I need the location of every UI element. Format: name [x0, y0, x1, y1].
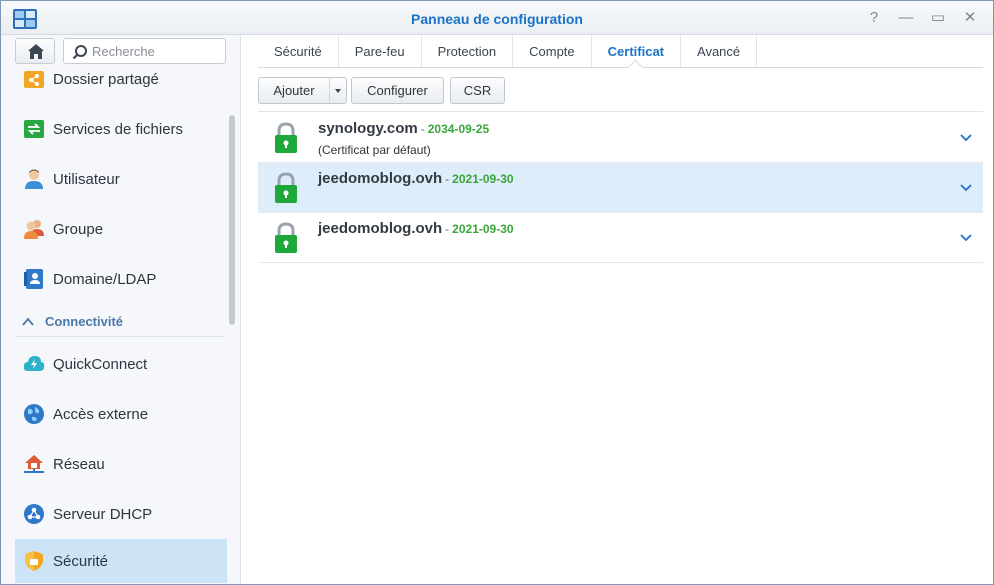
lock-icon [275, 172, 297, 203]
globe-icon [24, 404, 44, 424]
certificate-expiry-date: 2021-09-30 [452, 172, 514, 186]
tab-advanced[interactable]: Avancé [681, 35, 758, 67]
sidebar: Dossier partagé Services de fichiers Uti… [1, 35, 241, 584]
minimize-button[interactable]: — [895, 8, 917, 28]
chevron-up-icon [22, 317, 34, 326]
sidebar-item-network[interactable]: Réseau [15, 442, 227, 486]
sidebar-item-group[interactable]: Groupe [15, 207, 227, 251]
certificate-expiry-date: 2021-09-30 [452, 222, 514, 236]
sidebar-item-label: Groupe [53, 220, 104, 238]
certificate-expiry-date: 2034-09-25 [427, 122, 490, 136]
sidebar-item-dhcp-server[interactable]: Serveur DHCP [15, 492, 227, 536]
dhcp-icon [24, 504, 44, 524]
certificate-title: jeedomoblog.ovh -2021-09-30 [318, 170, 514, 187]
certificate-row[interactable]: jeedomoblog.ovh -2021-09-30 [258, 163, 983, 213]
toolbar-divider [258, 111, 983, 112]
sidebar-item-label: Domaine/LDAP [53, 270, 157, 288]
chevron-down-icon[interactable] [959, 181, 973, 195]
certificate-separator: - [445, 222, 450, 236]
tab-account[interactable]: Compte [513, 35, 592, 67]
csr-button[interactable]: CSR [450, 77, 505, 104]
certificate-name: synology.com [318, 120, 418, 137]
tab-firewall[interactable]: Pare-feu [339, 35, 422, 67]
help-button[interactable]: ? [863, 8, 885, 28]
window-title: Panneau de configuration [411, 11, 583, 27]
sidebar-item-label: Services de fichiers [53, 120, 184, 138]
certificate-title: synology.com -2034-09-25 [318, 120, 489, 137]
certificate-note: (Certificat par défaut) [318, 143, 431, 157]
certificate-separator: - [445, 172, 450, 186]
shield-icon [25, 551, 43, 571]
tab-protection[interactable]: Protection [422, 35, 514, 67]
control-panel-window: Panneau de configuration ? — ▭ ✕ Dossier… [0, 0, 994, 585]
user-icon [25, 169, 43, 189]
sidebar-item-label: Sécurité [53, 552, 109, 570]
certificate-name: jeedomoblog.ovh [318, 220, 443, 237]
sidebar-item-label: Serveur DHCP [53, 505, 153, 523]
file-services-icon [24, 120, 44, 138]
sidebar-item-file-services[interactable]: Services de fichiers [15, 107, 227, 151]
sidebar-item-user[interactable]: Utilisateur [15, 157, 227, 201]
lock-icon [275, 222, 297, 253]
section-label: Connectivité [45, 314, 124, 329]
sidebar-item-external-access[interactable]: Accès externe [15, 392, 227, 436]
sidebar-item-security[interactable]: Sécurité [15, 539, 227, 583]
sidebar-item-domain-ldap[interactable]: Domaine/LDAP [15, 257, 227, 301]
section-connectivity[interactable]: Connectivité [15, 307, 225, 337]
group-icon [24, 220, 44, 239]
close-button[interactable]: ✕ [959, 8, 981, 28]
tab-bar: Sécurité Pare-feu Protection Compte Cert… [258, 35, 983, 68]
sidebar-scrollbar[interactable] [229, 115, 235, 325]
certificate-separator: - [420, 122, 425, 136]
tab-security[interactable]: Sécurité [258, 35, 339, 67]
maximize-button[interactable]: ▭ [927, 8, 949, 28]
sidebar-item-label: Dossier partagé [53, 70, 159, 88]
configure-button[interactable]: Configurer [351, 77, 444, 104]
domain-ldap-icon [24, 269, 43, 289]
sidebar-item-label: Utilisateur [53, 170, 120, 188]
main-panel: Sécurité Pare-feu Protection Compte Cert… [242, 35, 993, 584]
sidebar-item-quickconnect[interactable]: QuickConnect [15, 342, 227, 386]
certificate-title: jeedomoblog.ovh -2021-09-30 [318, 220, 514, 237]
sidebar-item-label: Réseau [53, 455, 105, 473]
sidebar-item-label: QuickConnect [53, 355, 148, 373]
add-dropdown-button[interactable] [329, 77, 347, 104]
certificate-row[interactable]: synology.com -2034-09-25 (Certificat par … [258, 113, 983, 163]
caret-down-icon [335, 89, 341, 93]
lock-icon [275, 122, 297, 153]
shared-folder-icon [24, 71, 44, 88]
certificate-row[interactable]: jeedomoblog.ovh -2021-09-30 [258, 213, 983, 263]
chevron-down-icon[interactable] [959, 131, 973, 145]
tab-certificate[interactable]: Certificat [592, 35, 682, 67]
certificate-name: jeedomoblog.ovh [318, 170, 443, 187]
add-button[interactable]: Ajouter [258, 77, 330, 104]
title-bar: Panneau de configuration ? — ▭ ✕ [1, 1, 993, 35]
network-icon [24, 455, 44, 473]
quickconnect-icon [23, 356, 45, 371]
chevron-down-icon[interactable] [959, 231, 973, 245]
sidebar-item-label: Accès externe [53, 405, 149, 423]
sidebar-item-shared-folder[interactable]: Dossier partagé [15, 57, 227, 101]
